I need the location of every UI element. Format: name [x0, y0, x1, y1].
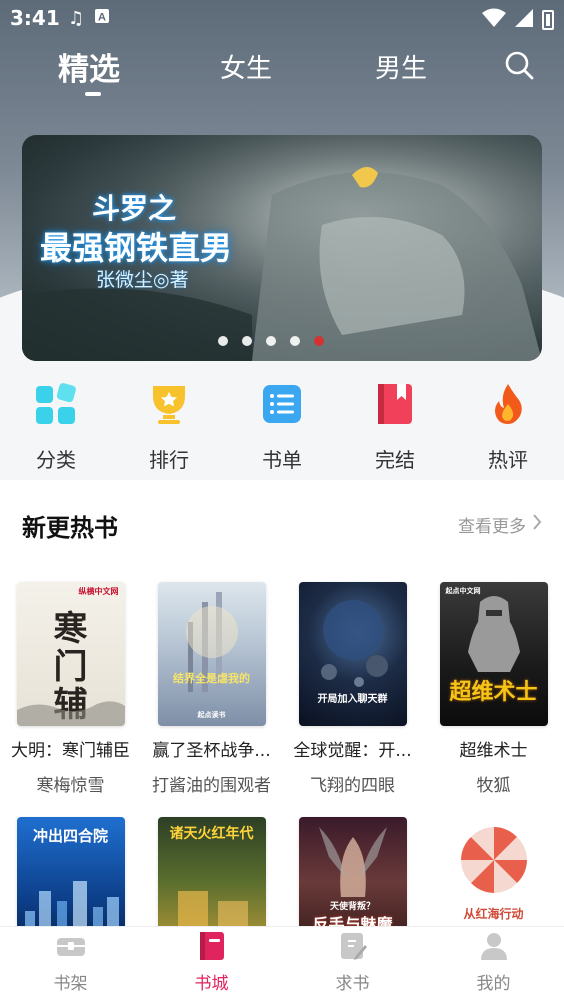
- nav-label: 书架: [53, 974, 88, 994]
- book-icon: [373, 382, 417, 426]
- bookstore-icon: [197, 931, 227, 961]
- top-tabs: 精选 女生 男生: [0, 42, 564, 102]
- bottom-navigation: 书架 书城 求书 我的: [0, 926, 564, 1002]
- music-note-icon: ♫: [68, 8, 85, 29]
- book-title: 超维术士: [459, 741, 528, 761]
- view-more-link[interactable]: 查看更多: [458, 512, 542, 537]
- carousel-dot[interactable]: [290, 336, 300, 346]
- list-icon: [260, 382, 304, 426]
- cover-title: 从红海行动: [463, 907, 524, 921]
- book-cover[interactable]: 超维术士 起点中文网: [439, 582, 548, 726]
- cover-title: 结界全是虐我的: [173, 672, 250, 685]
- carousel-dot-active[interactable]: [314, 336, 324, 346]
- book-cover[interactable]: 结界全是虐我的 起点读书: [157, 582, 266, 726]
- status-right-icons: [482, 8, 554, 32]
- cover-title: 冲出四合院: [32, 827, 108, 845]
- category-bar: 分类 排行 书单 完结 热评: [0, 380, 564, 480]
- book-cover[interactable]: 开局加入聊天群: [298, 582, 407, 726]
- profile-icon: [479, 931, 509, 961]
- battery-charging-icon: [542, 10, 554, 30]
- search-icon[interactable]: [504, 50, 534, 80]
- book-card[interactable]: 纵横中文网 寒门辅臣 大明：寒门辅臣 寒梅惊雪: [0, 582, 141, 796]
- carousel-dot[interactable]: [218, 336, 228, 346]
- banner-author: 张微尘◎著: [96, 269, 189, 291]
- grid-icon: [34, 382, 78, 426]
- view-more-label: 查看更多: [458, 517, 526, 537]
- flame-icon: [486, 382, 530, 426]
- nav-profile[interactable]: 我的: [423, 931, 564, 994]
- book-cover[interactable]: 纵横中文网 寒门辅臣: [16, 582, 125, 726]
- category-hot-review[interactable]: 热评: [468, 380, 548, 473]
- category-label: 分类: [36, 448, 76, 472]
- section-title: 新更热书: [22, 514, 118, 542]
- nav-label: 书城: [194, 974, 229, 994]
- request-book-icon: [338, 931, 368, 961]
- wifi-icon: [482, 8, 506, 32]
- nav-bookshelf[interactable]: 书架: [0, 931, 141, 994]
- nav-label: 求书: [335, 974, 370, 994]
- trophy-icon: [147, 382, 191, 426]
- carousel-dot[interactable]: [266, 336, 276, 346]
- category-label: 排行: [149, 448, 189, 472]
- category-label: 书单: [262, 448, 302, 472]
- cover-title: 诸天火红年代: [169, 826, 254, 842]
- book-card[interactable]: 结界全是虐我的 起点读书 赢了圣杯战争... 打酱油的围观者: [141, 582, 282, 796]
- signal-icon: [514, 8, 534, 32]
- category-label: 完结: [375, 448, 415, 472]
- cover-badge: 纵横中文网: [78, 587, 119, 596]
- category-classify[interactable]: 分类: [16, 380, 96, 473]
- cover-title: 开局加入聊天群: [317, 694, 388, 705]
- banner-carousel[interactable]: 斗罗之 最强钢铁直男 张微尘◎著: [22, 135, 542, 361]
- book-author: 牧狐: [476, 776, 511, 796]
- carousel-dot[interactable]: [242, 336, 252, 346]
- book-title: 全球觉醒：开...: [293, 741, 412, 761]
- tab-featured[interactable]: 精选: [58, 44, 120, 89]
- status-bar: 3:41 ♫ A: [0, 0, 564, 36]
- tab-female[interactable]: 女生: [220, 48, 272, 85]
- nav-label: 我的: [476, 974, 511, 994]
- book-author: 飞翔的四眼: [310, 776, 395, 796]
- category-label: 热评: [488, 448, 528, 472]
- category-completed[interactable]: 完结: [355, 380, 435, 473]
- status-left-icons: ♫ A: [68, 8, 110, 29]
- carousel-indicator: [218, 336, 324, 346]
- book-author: 寒梅惊雪: [36, 776, 105, 796]
- section-header: 新更热书 查看更多: [0, 480, 564, 570]
- tab-active-indicator: [85, 92, 101, 96]
- cover-badge: 起点读书: [197, 711, 226, 719]
- category-booklist[interactable]: 书单: [242, 380, 322, 473]
- chevron-right-icon: [532, 514, 542, 535]
- status-time: 3:41: [10, 6, 60, 30]
- book-title: 赢了圣杯战争...: [152, 741, 271, 761]
- book-author: 打酱油的围观者: [152, 776, 271, 796]
- cover-title: 超维术士: [449, 680, 538, 705]
- book-title: 大明：寒门辅臣: [11, 741, 130, 761]
- book-card[interactable]: 开局加入聊天群 全球觉醒：开... 飞翔的四眼: [282, 582, 423, 796]
- a-notification-icon: A: [94, 8, 110, 29]
- nav-bookstore[interactable]: 书城: [141, 931, 282, 994]
- banner-title-line1: 斗罗之: [92, 192, 177, 225]
- bookshelf-icon: [56, 931, 86, 961]
- tab-male[interactable]: 男生: [375, 48, 427, 85]
- banner-title-line2: 最强钢铁直男: [40, 229, 233, 267]
- nav-request-book[interactable]: 求书: [282, 931, 423, 994]
- cover-badge: 起点中文网: [445, 587, 481, 595]
- book-card[interactable]: 超维术士 起点中文网 超维术士 牧狐: [423, 582, 564, 796]
- category-ranking[interactable]: 排行: [129, 380, 209, 473]
- svg-text:A: A: [98, 12, 106, 24]
